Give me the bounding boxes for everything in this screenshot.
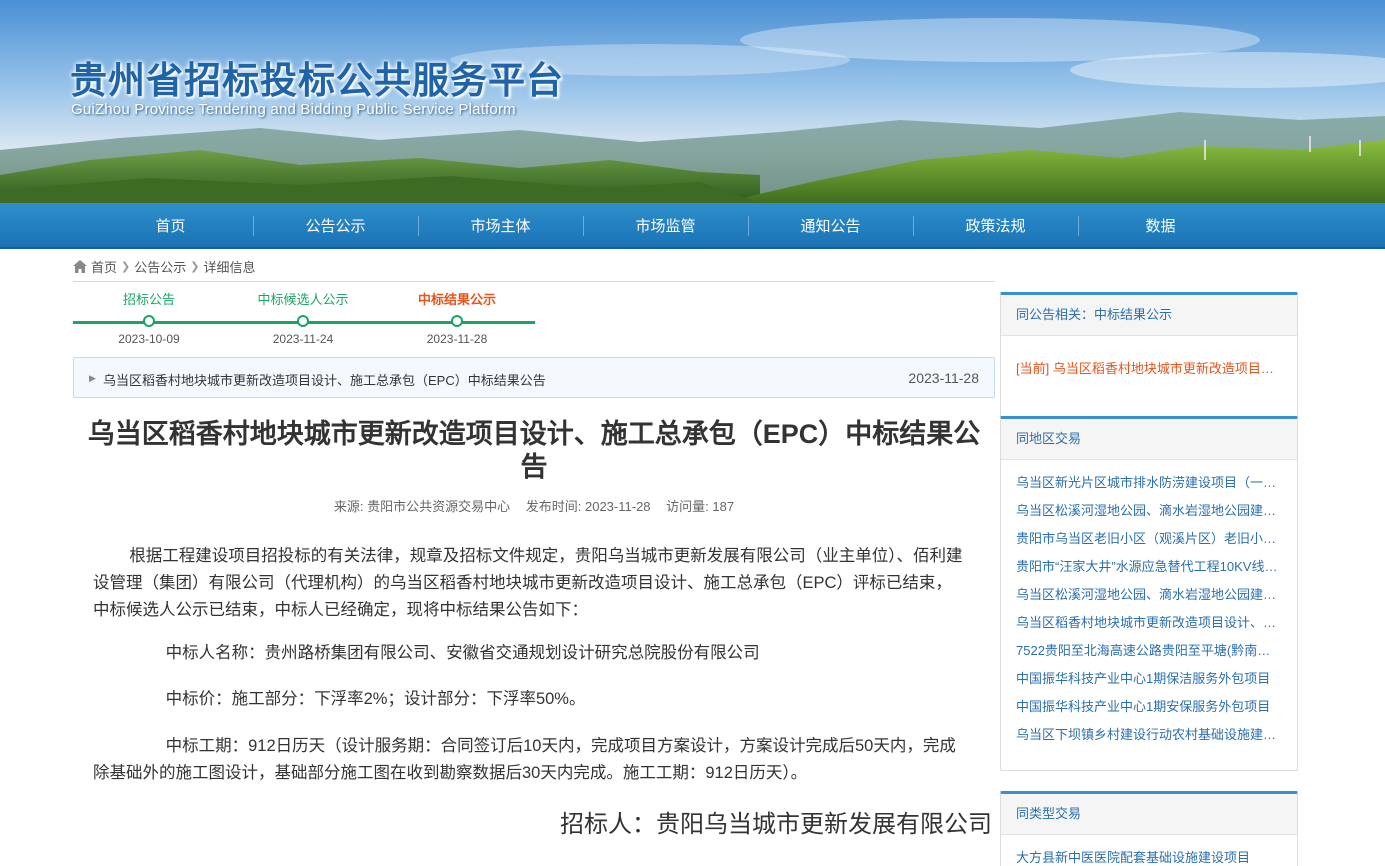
article-paragraph: 根据工程建设项目招投标的有关法律，规章及招标文件规定，贵阳乌当城市更新发展有限公…: [93, 547, 963, 619]
notice-date: 2023-11-28: [908, 370, 979, 386]
breadcrumb: 首页 ❯ 公告公示 ❯ 详细信息: [73, 256, 255, 276]
header-banner: 贵州省招标投标公共服务平台 GuiZhou Province Tendering…: [0, 0, 1385, 203]
article-paragraph: 中标价：施工部分：下浮率2%；设计部分：下浮率50%。: [165, 690, 586, 708]
breadcrumb-home[interactable]: 首页: [91, 257, 117, 276]
process-timeline: 招标公告 2023-10-09 中标候选人公示 2023-11-24 中标结果公…: [73, 290, 535, 350]
list-item[interactable]: 中国振华科技产业中心1期保洁服务外包项目: [1016, 665, 1278, 693]
chevron-right-icon: ❯: [121, 260, 131, 273]
list-item[interactable]: 贵阳市“汪家大井”水源应急替代工程10KV线路迁改工程: [1016, 553, 1278, 581]
nav-item-policies[interactable]: 政策法规: [913, 203, 1078, 249]
timeline-step-label: 中标结果公示: [417, 292, 496, 307]
article-views: 访问量: 187: [666, 499, 735, 514]
timeline-dot: [451, 315, 463, 327]
notice-bar[interactable]: ▶ 乌当区稻香村地块城市更新改造项目设计、施工总承包（EPC）中标结果公告 20…: [73, 357, 995, 398]
list-item[interactable]: 乌当区新光片区城市排水防涝建设项目（一期）: [1016, 469, 1278, 497]
article-paragraph: 中标人名称：贵州路桥集团有限公司、安徽省交通规划设计研究总院股份有限公司: [165, 644, 760, 662]
timeline-dot: [143, 315, 155, 327]
nav-item-notices[interactable]: 通知公告: [748, 203, 913, 249]
main-nav: 首页 公告公示 市场主体 市场监管 通知公告 政策法规 数据: [0, 203, 1385, 249]
list-item[interactable]: 7522贵阳至北海高速公路贵阳至平塘(黔南界)段改扩建工程: [1016, 637, 1278, 665]
article-signer: 招标人：贵阳乌当城市更新发展有限公司: [560, 811, 992, 838]
list-item[interactable]: [当前] 乌当区稻香村地块城市更新改造项目设计、施工总承包（EPC）中标结果公告: [1016, 355, 1278, 383]
timeline-step-date: 2023-11-24: [272, 332, 334, 346]
list-item[interactable]: 乌当区下坝镇乡村建设行动农村基础设施建设项目: [1016, 721, 1278, 749]
chevron-right-icon: ❯: [190, 260, 200, 273]
related-announcements-panel: 同公告相关：中标结果公示 [当前] 乌当区稻香村地块城市更新改造项目设计、施工总…: [1000, 292, 1298, 423]
nav-item-market-entities[interactable]: 市场主体: [418, 203, 583, 249]
triangle-right-icon: ▶: [89, 373, 96, 383]
article-source: 来源: 贵阳市公共资源交易中心: [333, 499, 511, 514]
nav-item-market-supervision[interactable]: 市场监管: [583, 203, 748, 249]
timeline-step-result[interactable]: 中标结果公示 2023-11-28: [387, 290, 527, 346]
list-item[interactable]: 贵阳市乌当区老旧小区（观溪片区）老旧小区改造项目: [1016, 525, 1278, 553]
timeline-step-bid-notice[interactable]: 招标公告 2023-10-09: [79, 290, 219, 346]
nav-item-announcements[interactable]: 公告公示: [253, 203, 418, 249]
timeline-dot: [297, 315, 309, 327]
timeline-step-label: 中标候选人公示: [257, 292, 349, 307]
panel-title: 同类型交易: [1001, 794, 1297, 835]
panel-title: 同地区交易: [1001, 419, 1297, 460]
notice-title[interactable]: 乌当区稻香村地块城市更新改造项目设计、施工总承包（EPC）中标结果公告: [103, 370, 546, 389]
site-subtitle: GuiZhou Province Tendering and Bidding P…: [71, 101, 516, 118]
nav-item-data[interactable]: 数据: [1078, 203, 1243, 249]
same-type-panel: 同类型交易 大方县新中医医院配套基础设施建设项目: [1000, 791, 1298, 866]
panel-title: 同公告相关：中标结果公示: [1001, 295, 1297, 336]
article-title: 乌当区稻香村地块城市更新改造项目设计、施工总承包（EPC）中标结果公告: [87, 419, 981, 482]
nav-item-home[interactable]: 首页: [88, 203, 253, 249]
list-item[interactable]: 乌当区稻香村地块城市更新改造项目设计、施工总承包: [1016, 609, 1278, 637]
timeline-step-date: 2023-10-09: [118, 332, 180, 346]
article-paragraph: 中标工期：912日历天（设计服务期：合同签订后10天内，完成项目方案设计，方案设…: [93, 737, 956, 782]
same-region-panel: 同地区交易 乌当区新光片区城市排水防涝建设项目（一期） 乌当区松溪河湿地公园、滴…: [1000, 416, 1298, 771]
breadcrumb-section[interactable]: 公告公示: [134, 257, 186, 276]
list-item[interactable]: 乌当区松溪河湿地公园、滴水岩湿地公园建设项目: [1016, 497, 1278, 525]
list-item[interactable]: 乌当区松溪河湿地公园、滴水岩湿地公园建设项目: [1016, 581, 1278, 609]
timeline-step-date: 2023-11-28: [426, 332, 488, 346]
article-publish-date: 发布时间: 2023-11-28: [525, 499, 651, 514]
site-title[interactable]: 贵州省招标投标公共服务平台: [70, 50, 564, 104]
breadcrumb-current: 详细信息: [203, 259, 256, 275]
home-icon: [73, 259, 87, 273]
divider: [73, 281, 995, 282]
timeline-step-candidates[interactable]: 中标候选人公示 2023-11-24: [233, 290, 373, 346]
list-item[interactable]: 大方县新中医医院配套基础设施建设项目: [1016, 844, 1278, 866]
list-item[interactable]: 中国振华科技产业中心1期安保服务外包项目: [1016, 693, 1278, 721]
article-meta: 来源: 贵阳市公共资源交易中心 发布时间: 2023-11-28 访问量: 18…: [73, 496, 995, 515]
timeline-step-label: 招标公告: [122, 292, 175, 307]
